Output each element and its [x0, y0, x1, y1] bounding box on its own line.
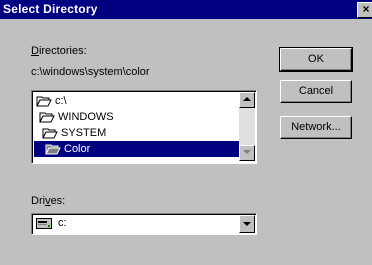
drives-dropdown[interactable]: c:	[31, 213, 257, 235]
open-folder-icon	[45, 144, 61, 155]
list-item-selected[interactable]: Color	[34, 141, 239, 157]
down-arrow-icon	[243, 150, 251, 154]
up-arrow-icon	[243, 97, 251, 101]
current-path: c:\windows\system\color	[31, 66, 150, 78]
open-folder-icon	[42, 128, 58, 139]
hard-drive-icon	[36, 218, 52, 229]
close-button[interactable]: ×	[357, 2, 372, 18]
title-bar: Select Directory ×	[0, 0, 372, 19]
chevron-down-icon	[243, 222, 251, 226]
list-item[interactable]: c:\	[34, 93, 239, 109]
directory-listbox[interactable]: c:\ WINDOWS SYSTEM Color	[31, 90, 257, 164]
directory-scrollbar[interactable]	[239, 92, 255, 161]
directories-label: Directories:	[31, 45, 87, 57]
scroll-up-button[interactable]	[239, 92, 255, 108]
dropdown-button[interactable]	[239, 215, 255, 233]
list-item[interactable]: WINDOWS	[34, 109, 239, 125]
ok-button[interactable]: OK	[279, 47, 353, 72]
network-button[interactable]: Network...	[280, 116, 352, 139]
window-title: Select Directory	[3, 2, 98, 16]
list-item[interactable]: SYSTEM	[34, 125, 239, 141]
open-folder-icon	[36, 96, 52, 107]
cancel-button[interactable]: Cancel	[280, 80, 352, 103]
open-folder-icon	[39, 112, 55, 123]
drive-value: c:	[58, 217, 67, 229]
scroll-down-button[interactable]	[239, 145, 255, 161]
drives-label: Drives:	[31, 195, 66, 207]
